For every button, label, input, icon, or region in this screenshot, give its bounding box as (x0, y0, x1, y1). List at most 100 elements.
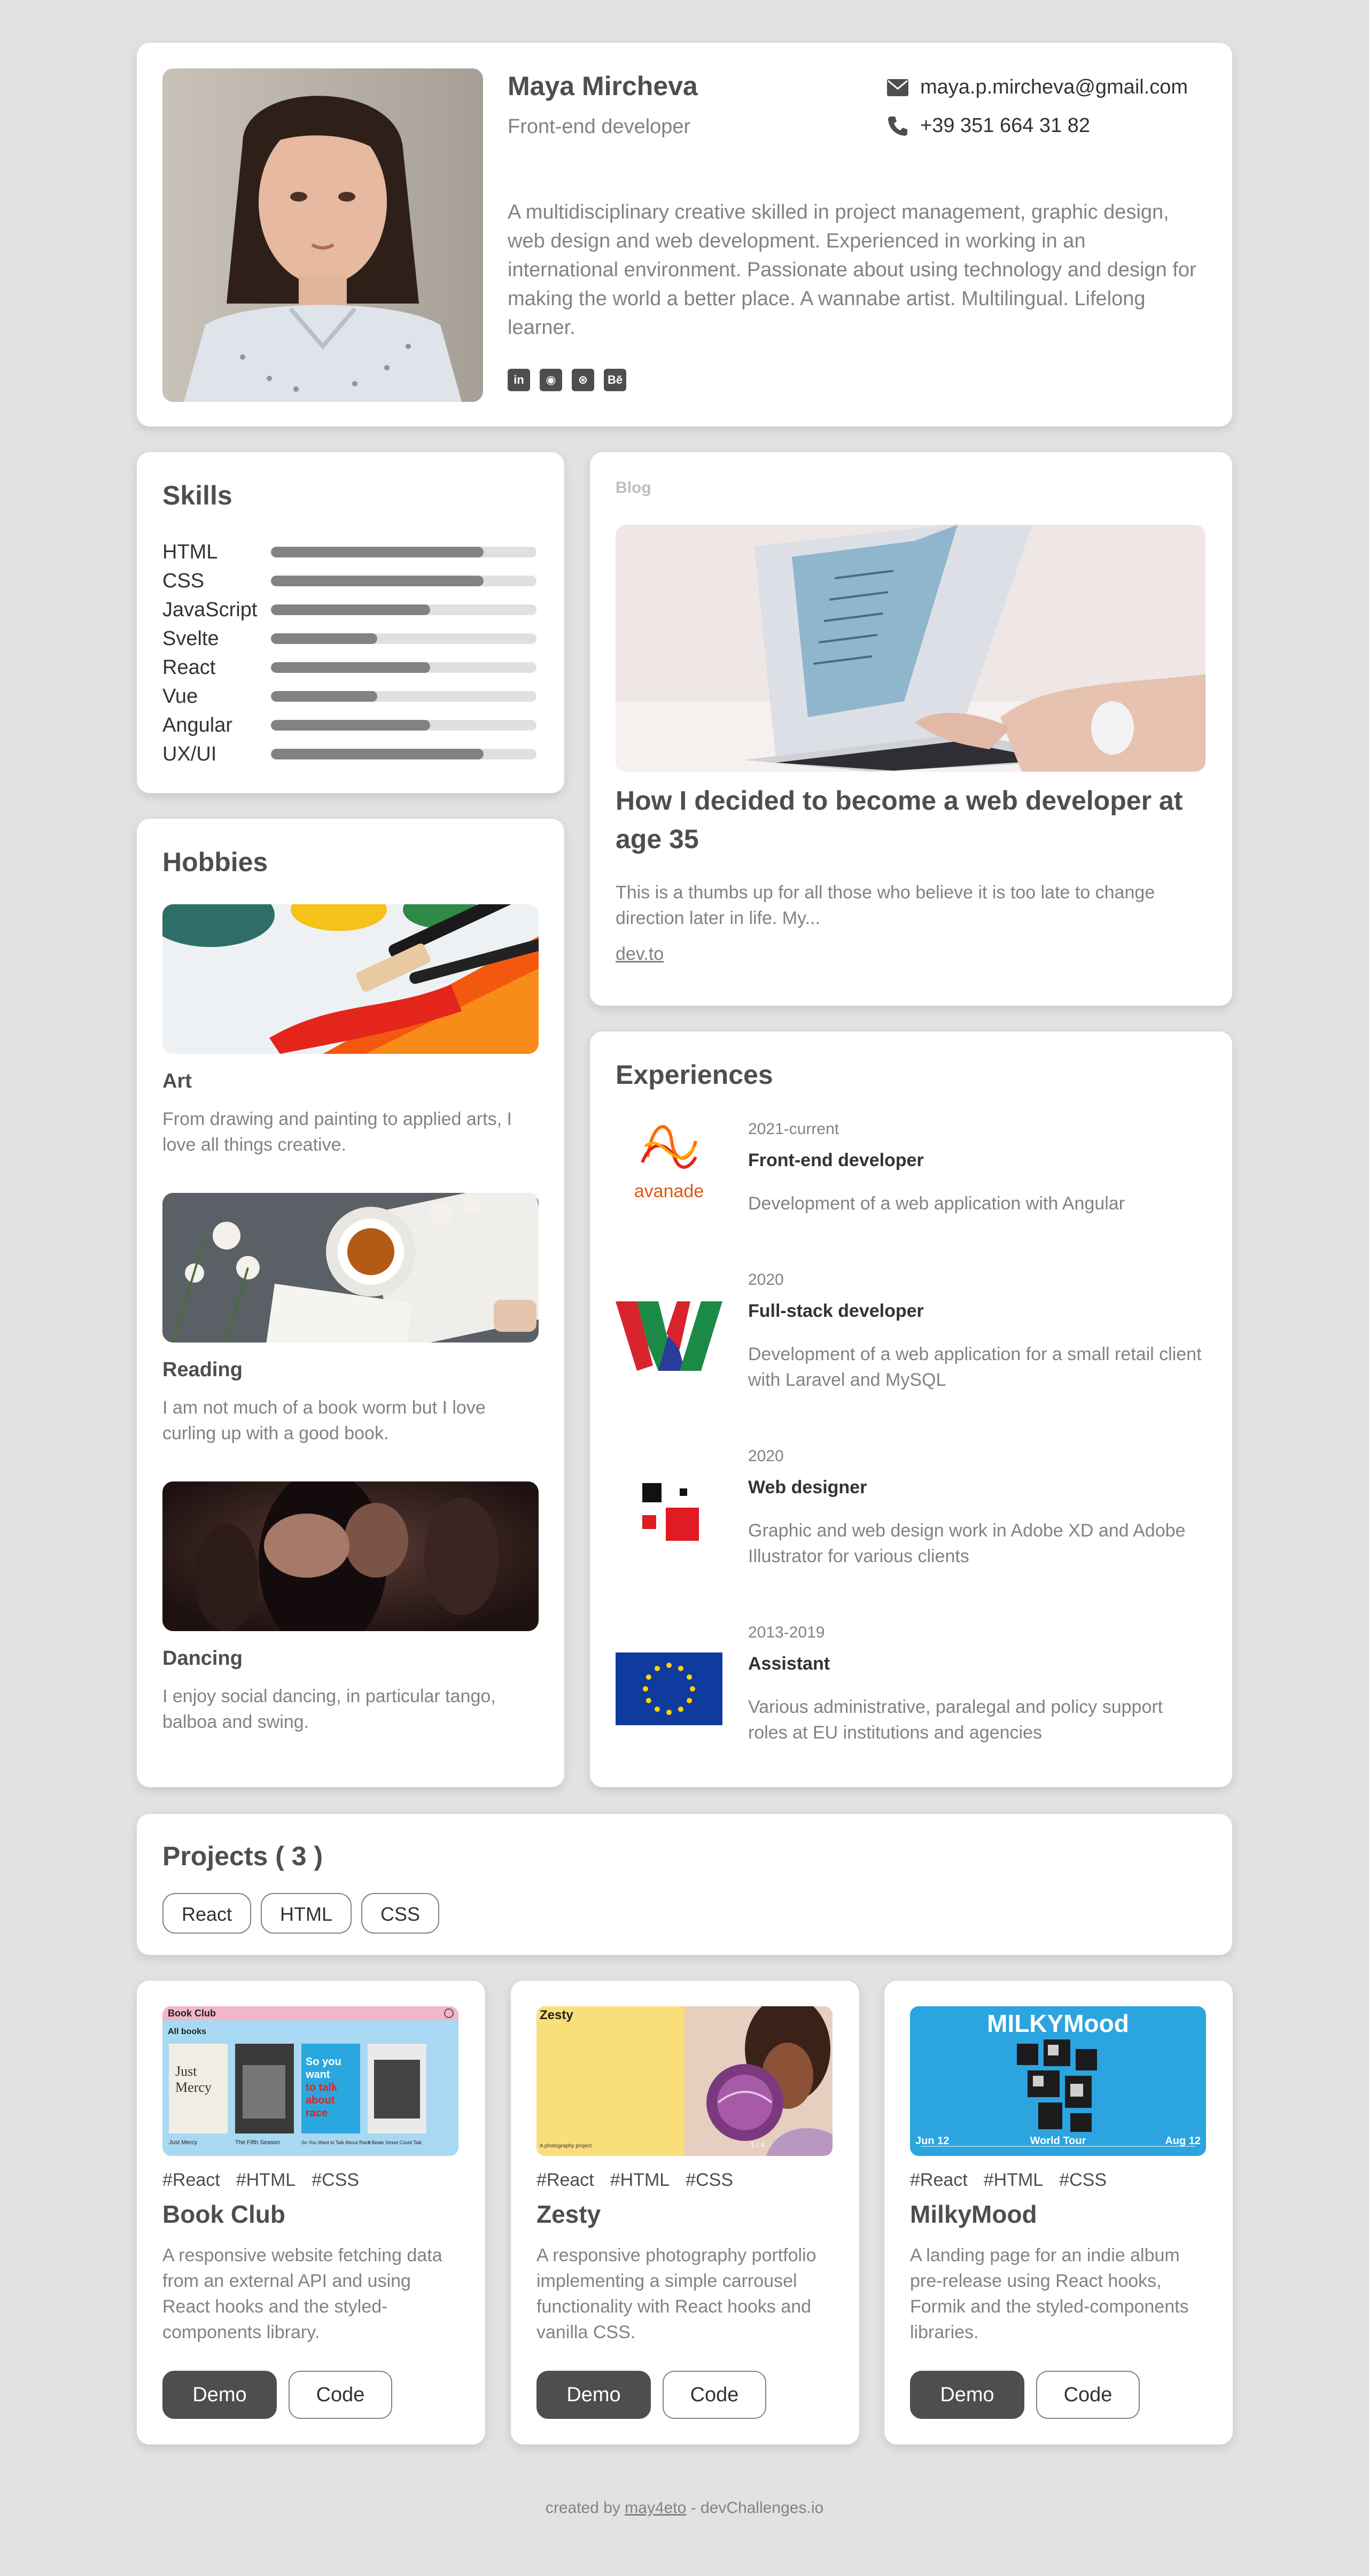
skill-row: Angular (162, 711, 536, 740)
phone-contact[interactable]: +39 351 664 31 82 (887, 114, 1090, 137)
experiences-title: Experiences (616, 1060, 773, 1090)
experience-date: 2020 (748, 1271, 784, 1289)
svg-text:to talk: to talk (306, 2082, 338, 2093)
code-button[interactable]: Code (289, 2371, 392, 2419)
eu-star (678, 1665, 683, 1671)
project-desc: A responsive website fetching data from … (162, 2245, 442, 2342)
project-thumbnail[interactable]: Zesty A photography project 1 / 4 (536, 2006, 833, 2156)
svg-text:race: race (306, 2107, 328, 2119)
experience-desc: Graphic and web design work in Adobe XD … (748, 1520, 1186, 1566)
thumb-book: So You Want to Talk About Race (301, 2140, 370, 2145)
footer-author-link[interactable]: may4eto (625, 2499, 686, 2517)
skill-name: CSS (162, 569, 205, 592)
experience-desc: Development of a web application for a s… (748, 1344, 1202, 1390)
eu-star (687, 1674, 693, 1680)
skill-bar (270, 691, 536, 702)
experience-date: 2013-2019 (748, 1624, 825, 1641)
experience-desc: Various administrative, paralegal and po… (748, 1697, 1163, 1743)
thumb-sub: All books (168, 2027, 206, 2036)
skill-bar (270, 633, 536, 644)
code-button[interactable]: Code (1036, 2371, 1140, 2419)
svg-text:Mercy: Mercy (175, 2080, 212, 2095)
hobbies-card: Hobbies Art From drawing and painting to… (137, 819, 564, 1787)
skill-bar (270, 576, 536, 586)
blog-post-title[interactable]: How I decided to become a web developer … (616, 781, 1205, 858)
skills-card: Skills HTML CSS JavaScript Svelte React Vue An… (137, 452, 564, 793)
blog-card: Blog How I decided to become a web devel… (590, 452, 1232, 1006)
project-desc: A responsive photography portfolio imple… (536, 2245, 816, 2342)
thumb-sub: A photography project (540, 2143, 592, 2149)
thumb-book: Just Mercy (169, 2139, 198, 2146)
profile-photo (162, 68, 483, 402)
svg-text:Just: Just (175, 2063, 197, 2079)
svg-text:So you: So you (306, 2056, 341, 2068)
demo-button[interactable]: Demo (162, 2371, 277, 2419)
filter-html-button[interactable]: HTML (261, 1893, 352, 1934)
experience-date: 2020 (748, 1447, 784, 1465)
experiences-card: Experiences avanade 2021-current Front-e… (590, 1031, 1232, 1787)
eu-star (678, 1706, 683, 1712)
experience-desc: Development of a web application with An… (748, 1193, 1125, 1214)
filter-react-button[interactable]: React (162, 1893, 252, 1934)
code-button[interactable]: Code (663, 2371, 766, 2419)
skill-bar (270, 662, 536, 673)
blog-image[interactable] (616, 525, 1205, 772)
email-text[interactable]: maya.p.mircheva@gmail.com (920, 76, 1188, 99)
reading-image (162, 1193, 539, 1343)
demo-button[interactable]: Demo (910, 2371, 1024, 2419)
svg-text:about: about (306, 2094, 335, 2106)
skill-row: Vue (162, 682, 536, 711)
experience-date: 2021-current (748, 1120, 839, 1138)
skill-row: UX/UI (162, 740, 536, 769)
project-title: Zesty (536, 2200, 601, 2228)
project-tag: #React (910, 2170, 968, 2190)
eu-star (643, 1686, 648, 1692)
github-icon[interactable]: ◉ (540, 369, 562, 391)
skill-bar-fill (270, 633, 377, 644)
skill-bar (270, 547, 536, 557)
phone-icon (888, 116, 907, 136)
thumb-center: World Tour (1030, 2135, 1086, 2147)
skill-row: CSS (162, 567, 536, 595)
hobbies-title: Hobbies (162, 847, 268, 877)
skills-title: Skills (162, 480, 232, 510)
thumb-header: MILKYMood (987, 2009, 1129, 2037)
experience-title: Web designer (748, 1477, 867, 1498)
skill-bar-fill (270, 576, 484, 586)
eu-star (666, 1663, 672, 1668)
project-card-zesty: Zesty A photography project 1 / 4 #React… (511, 1981, 859, 2445)
experience-title: Front-end developer (748, 1150, 924, 1170)
profile-card: Maya Mircheva Front-end developer maya.p… (137, 43, 1232, 426)
project-tags: #React #HTML #CSS (536, 2170, 749, 2191)
eu-star (687, 1698, 693, 1703)
phone-text[interactable]: +39 351 664 31 82 (920, 114, 1090, 137)
blog-label: Blog (616, 479, 651, 496)
project-tags: #React #HTML #CSS (910, 2170, 1123, 2191)
behance-icon[interactable]: Bē (604, 369, 626, 391)
email-contact[interactable]: maya.p.mircheva@gmail.com (887, 76, 1188, 99)
skill-name: UX/UI (162, 742, 217, 765)
skill-name: Vue (162, 685, 198, 708)
project-tags: #React #HTML #CSS (162, 2170, 375, 2191)
project-thumbnail[interactable]: Book Club All books Just Mercy So you wa… (162, 2006, 458, 2156)
eu-star (655, 1706, 660, 1712)
thumb-right: Aug 12 (1165, 2135, 1201, 2147)
project-thumbnail[interactable]: MILKYMood Jun 12 World Tour Aug 12 (910, 2006, 1206, 2156)
linkedin-icon[interactable]: in (508, 369, 530, 391)
project-title: MilkyMood (910, 2200, 1037, 2228)
skill-bar-fill (270, 547, 484, 557)
skill-bar (270, 749, 536, 759)
skill-name: Svelte (162, 627, 219, 650)
filter-css-button[interactable]: CSS (361, 1893, 440, 1934)
demo-button[interactable]: Demo (536, 2371, 651, 2419)
skill-bar (270, 604, 536, 615)
hobby-title: Reading (162, 1359, 243, 1381)
eu-star (666, 1710, 672, 1715)
blog-link[interactable]: dev.to (616, 944, 664, 965)
blog-post-excerpt: This is a thumbs up for all those who be… (616, 882, 1155, 928)
dribbble-icon[interactable]: ⊛ (572, 369, 594, 391)
avanade-logo-text: avanade (634, 1181, 704, 1201)
thumb-header: Zesty (540, 2008, 573, 2022)
skill-row: Svelte (162, 624, 536, 653)
project-card-milkymood: MILKYMood Jun 12 World Tour Aug 12 #Reac… (884, 1981, 1233, 2445)
